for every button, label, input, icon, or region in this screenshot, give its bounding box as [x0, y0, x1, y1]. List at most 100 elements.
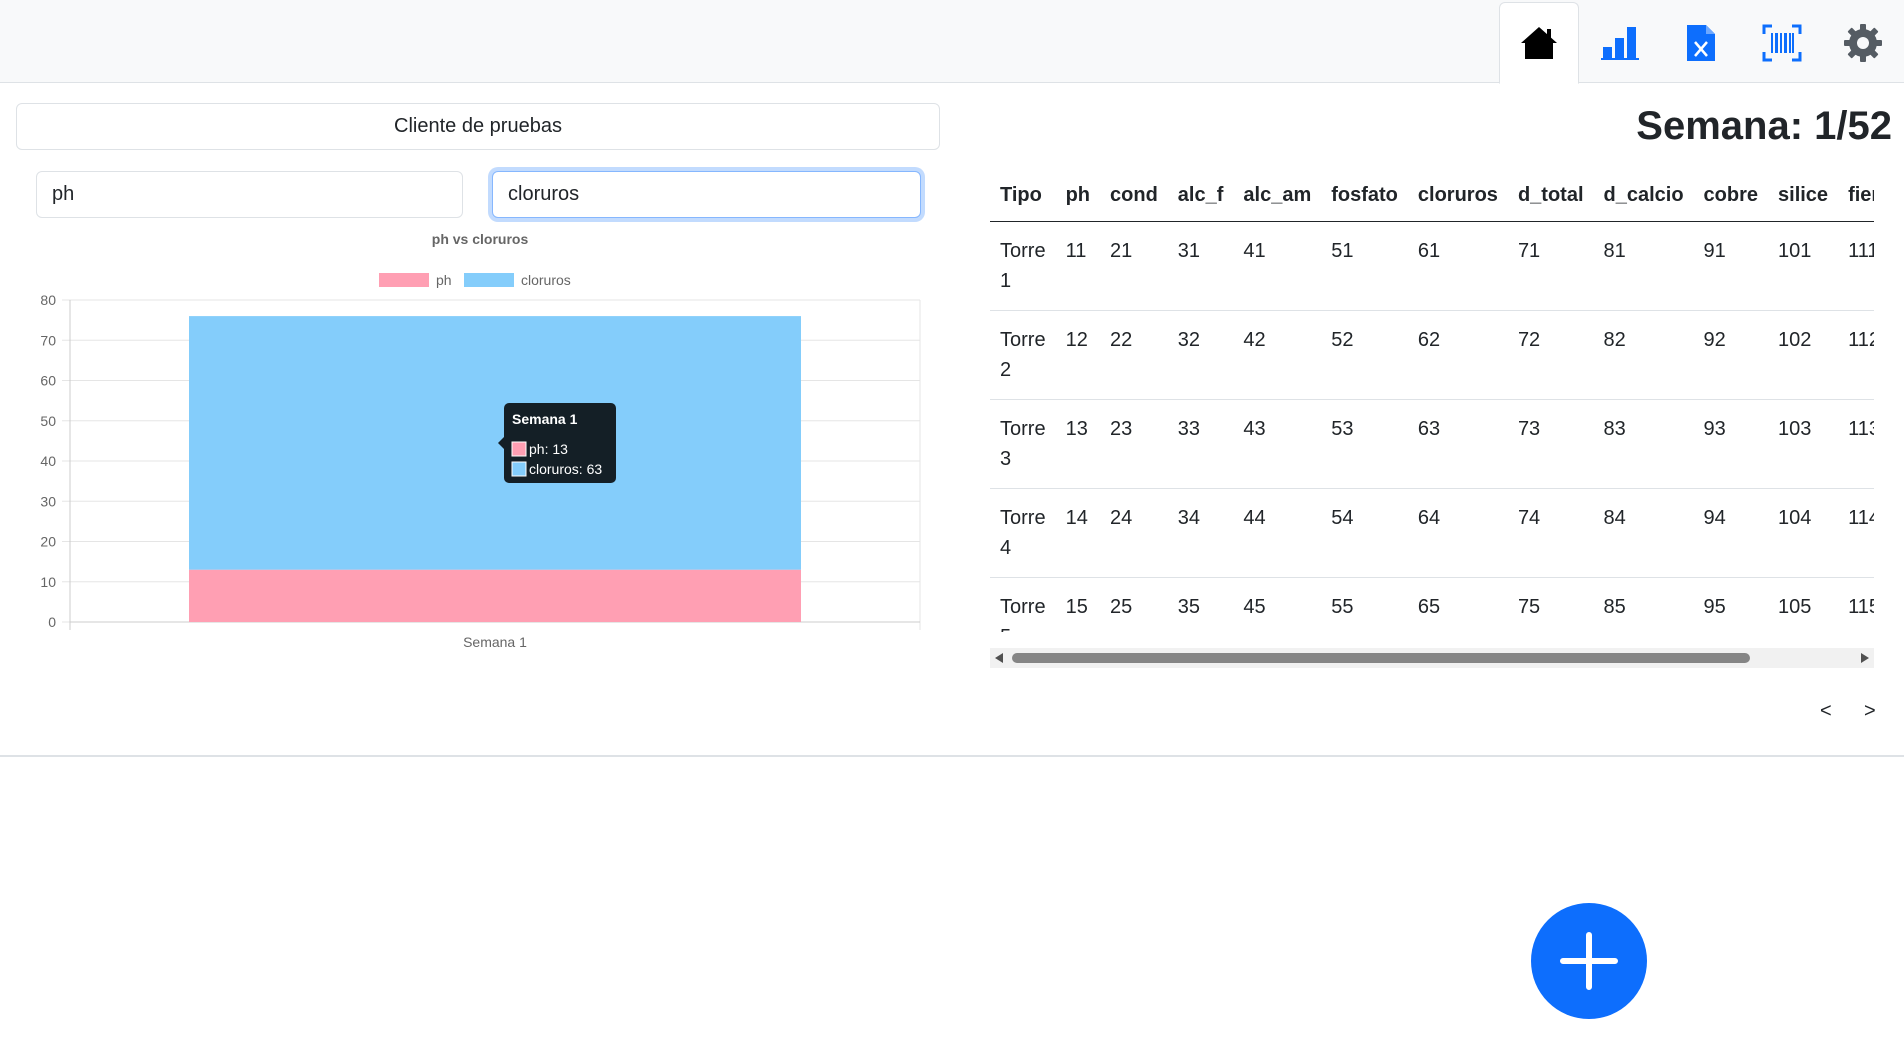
y-tick-label: 0	[48, 614, 56, 630]
client-name-label: Cliente de pruebas	[394, 115, 562, 137]
column-header: Tipo	[990, 172, 1056, 222]
table-body: Torre 1 11 21 31 41 51 61 71 81 91 101 111 Torre 2 12…	[990, 221, 1874, 632]
column-header: fierro	[1838, 172, 1874, 222]
table-cell: 64	[1407, 488, 1508, 578]
tooltip-swatch	[511, 461, 527, 477]
gear-icon	[1844, 23, 1882, 62]
column-header: cond	[1100, 172, 1168, 222]
next-week-button[interactable]: >	[1864, 700, 1876, 723]
table-cell: 73	[1507, 399, 1594, 489]
y-tick-label: 40	[40, 453, 56, 469]
add-button[interactable]	[1531, 903, 1647, 1019]
scroll-thumb[interactable]	[1012, 653, 1750, 663]
table-row: Torre 1 11 21 31 41 51 61 71 81 91 101 111	[990, 221, 1874, 311]
legend-swatch	[379, 273, 429, 287]
bar-chart-icon	[1601, 26, 1639, 60]
table-cell: 32	[1167, 310, 1234, 400]
table-cell: 93	[1693, 399, 1769, 489]
table-cell: 25	[1100, 577, 1168, 632]
x-tick-label: Semana 1	[463, 634, 527, 650]
home-icon	[1521, 27, 1557, 59]
table-horizontal-scrollbar[interactable]	[990, 648, 1874, 668]
right-variable-value: cloruros	[508, 183, 580, 205]
top-navbar	[0, 0, 1904, 84]
tooltip-line: cloruros: 63	[529, 461, 602, 477]
table-cell: 83	[1593, 399, 1694, 489]
measurements-table-container[interactable]: Tipo ph cond alc_f alc_am fosfato cloruros d_to…	[990, 172, 1874, 632]
tooltip-title: Semana 1	[512, 411, 578, 427]
right-variable-select[interactable]: cloruros	[492, 171, 921, 218]
y-tick-label: 60	[40, 373, 56, 389]
table-cell: 104	[1768, 488, 1839, 578]
table-cell: 65	[1407, 577, 1508, 632]
scroll-right-arrow-icon[interactable]	[1861, 653, 1869, 663]
table-header-row: Tipo ph cond alc_f alc_am fosfato cloruros d_to…	[990, 172, 1874, 222]
table-cell: 12	[1055, 310, 1101, 400]
table-cell: 114	[1838, 488, 1874, 578]
table-cell: 105	[1768, 577, 1839, 632]
table-cell: 62	[1407, 310, 1508, 400]
y-tick-label: 20	[40, 534, 56, 550]
nav-tabs	[1499, 2, 1904, 84]
table-cell: 23	[1100, 399, 1168, 489]
left-variable-select[interactable]: ph	[36, 171, 463, 218]
table-row: Torre 5152535455565758595105115	[990, 577, 1874, 632]
column-header: d_calcio	[1593, 172, 1694, 222]
barcode-scan-icon	[1762, 24, 1802, 61]
table-cell: 21	[1100, 221, 1168, 311]
table-row: Torre 4142434445464748494104114	[990, 488, 1874, 578]
table-cell: 55	[1321, 577, 1408, 632]
table-cell: 45	[1233, 577, 1322, 632]
table-cell: Torre 5	[990, 577, 1056, 632]
table-cell: Torre 2	[990, 310, 1056, 400]
legend-label: cloruros	[521, 272, 571, 288]
table-cell: 51	[1321, 221, 1408, 311]
y-tick-label: 10	[40, 574, 56, 590]
y-tick-label: 30	[40, 493, 56, 509]
column-header: fosfato	[1321, 172, 1408, 222]
table-cell: 115	[1838, 577, 1874, 632]
chart-canvas: ph vs cloruros ph cloruros 0 10 20 30 40 50 60 70 8…	[40, 231, 921, 650]
column-header: ph	[1055, 172, 1101, 222]
column-header: d_total	[1507, 172, 1594, 222]
column-header: alc_am	[1233, 172, 1322, 222]
table-cell: 42	[1233, 310, 1322, 400]
table-cell: 85	[1593, 577, 1694, 632]
table-cell: 24	[1100, 488, 1168, 578]
section-divider	[0, 755, 1904, 757]
table-cell: Torre 4	[990, 488, 1056, 578]
table-cell: Torre 3	[990, 399, 1056, 489]
table-cell: 31	[1167, 221, 1234, 311]
table-cell: 95	[1693, 577, 1769, 632]
plus-icon	[1560, 932, 1618, 990]
tab-barcode[interactable]	[1742, 2, 1822, 83]
table-cell: 15	[1055, 577, 1101, 632]
table-cell: 63	[1407, 399, 1508, 489]
tooltip-line: ph: 13	[529, 441, 568, 457]
chart-title: ph vs cloruros	[432, 231, 529, 247]
tab-settings[interactable]	[1823, 2, 1903, 83]
table-cell: 82	[1593, 310, 1694, 400]
table-cell: 111	[1838, 221, 1874, 311]
week-title: Semana: 1/52	[1636, 104, 1892, 148]
y-tick-label: 50	[40, 413, 56, 429]
table-cell: 74	[1507, 488, 1594, 578]
left-variable-value: ph	[52, 183, 75, 205]
excel-file-icon	[1687, 24, 1715, 61]
column-header: cobre	[1693, 172, 1769, 222]
y-tick-label: 80	[40, 292, 56, 308]
table-row: Torre 2122232425262728292102112	[990, 310, 1874, 400]
y-tick-label: 70	[40, 332, 56, 348]
tab-charts[interactable]	[1580, 2, 1660, 83]
prev-week-button[interactable]: <	[1820, 700, 1832, 723]
scroll-left-arrow-icon[interactable]	[995, 653, 1003, 663]
table-cell: 33	[1167, 399, 1234, 489]
tab-excel[interactable]	[1661, 2, 1741, 83]
tab-home[interactable]	[1499, 2, 1579, 84]
table-cell: 54	[1321, 488, 1408, 578]
legend-label: ph	[436, 272, 452, 288]
table-cell: 41	[1233, 221, 1322, 311]
table-cell: 22	[1100, 310, 1168, 400]
client-name-box[interactable]: Cliente de pruebas	[16, 103, 940, 150]
table-row: Torre 3132333435363738393103113	[990, 399, 1874, 489]
